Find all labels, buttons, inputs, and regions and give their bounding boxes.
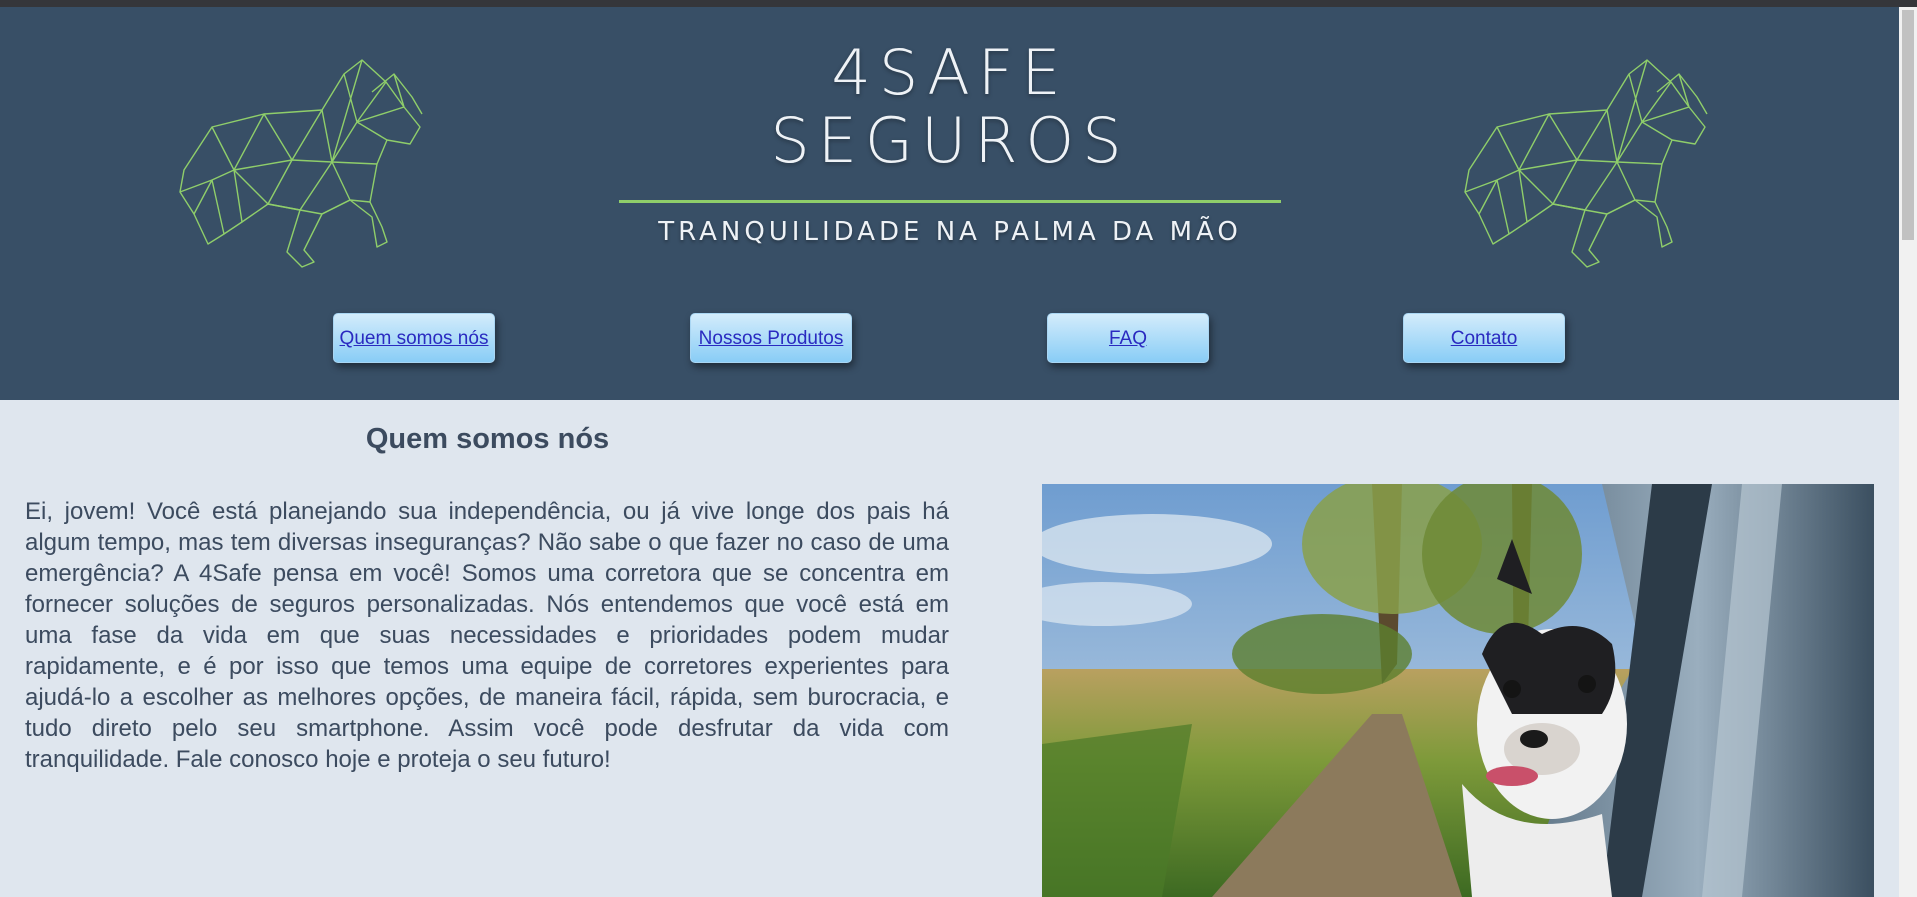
brand-name-line2: SEGUROS: [770, 104, 1130, 177]
about-paragraph: Ei, jovem! Você está planejando sua inde…: [25, 498, 949, 773]
nav-faq-button[interactable]: FAQ: [1047, 313, 1209, 363]
section-title: Quem somos nós: [365, 423, 610, 455]
dog-in-car-photo: [1042, 484, 1874, 897]
nav-quem-somos-button[interactable]: Quem somos nós: [333, 313, 495, 363]
brand-name-line1: 4SAFE: [831, 36, 1069, 109]
page-scrollbar[interactable]: [1899, 7, 1917, 897]
scrollbar-thumb[interactable]: [1902, 10, 1914, 240]
geometric-horse-icon: [179, 59, 423, 268]
nav-contato-button[interactable]: Contato: [1403, 313, 1565, 363]
brand-tagline: TRANQUILIDADE NA PALMA DA MÃO: [658, 217, 1242, 247]
geometric-horse-icon: [1464, 59, 1708, 268]
browser-top-strip: [0, 0, 1917, 7]
site-header: 4SAFE SEGUROS TRANQUILIDADE NA PALMA DA …: [0, 7, 1899, 400]
nav-nossos-produtos-button[interactable]: Nossos Produtos: [690, 313, 852, 363]
brand-divider: [619, 200, 1281, 203]
